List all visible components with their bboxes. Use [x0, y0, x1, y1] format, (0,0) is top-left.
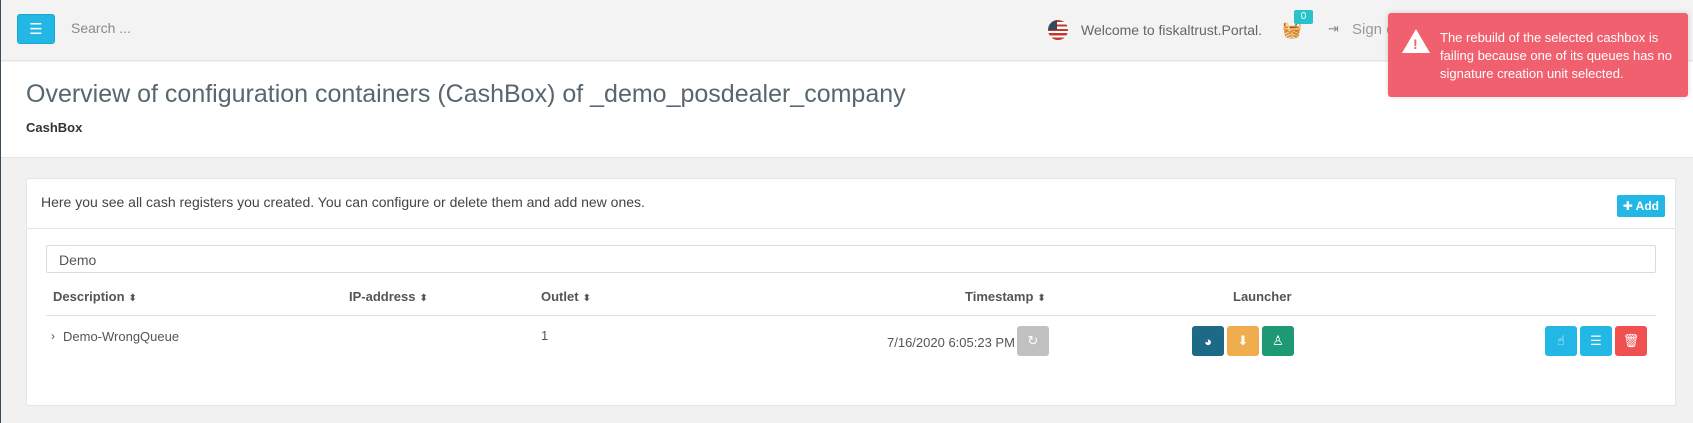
launcher-download-button[interactable]: ⬇ [1227, 326, 1259, 356]
column-description[interactable]: Description ⬍ [53, 289, 137, 304]
sort-icon: ⬍ [128, 293, 137, 304]
column-outlet[interactable]: Outlet ⬍ [541, 289, 591, 304]
panel-description: Here you see all cash registers you crea… [41, 194, 645, 210]
column-description-label: Description [53, 289, 125, 304]
column-timestamp[interactable]: Timestamp ⬍ [965, 289, 1046, 304]
sort-icon: ⬍ [419, 293, 428, 304]
plus-icon: ✚ [1622, 199, 1633, 213]
linux-icon: ♙ [1272, 333, 1284, 348]
list-icon: ☰ [1590, 333, 1602, 348]
toast-message: The rebuild of the selected cashbox is f… [1440, 30, 1673, 81]
download-icon: ⬇ [1237, 333, 1249, 348]
launcher-windows-button[interactable]: ◕ [1192, 326, 1224, 356]
welcome-text: Welcome to fiskaltrust.Portal. [1081, 22, 1263, 38]
row-outlet: 1 [541, 328, 549, 343]
trash-icon: 🗑 [1622, 333, 1640, 348]
pointer-hand-icon: ☝ [1557, 333, 1565, 348]
breadcrumb: CashBox [26, 120, 83, 135]
refresh-button[interactable]: ↻ [1017, 326, 1049, 356]
panel-header: Here you see all cash registers you crea… [27, 179, 1675, 229]
search-input[interactable]: Search ... [71, 20, 131, 36]
add-button[interactable]: ✚ Add [1616, 195, 1665, 217]
column-launcher: Launcher [1233, 289, 1292, 304]
basket-count-badge: 0 [1294, 10, 1313, 24]
menu-toggle-button[interactable]: ☰ [17, 14, 55, 44]
refresh-icon: ↻ [1027, 333, 1039, 348]
column-ip-label: IP-address [349, 289, 416, 304]
row-timestamp: 7/16/2020 6:05:23 PM [887, 335, 1015, 350]
us-flag-icon[interactable] [1048, 20, 1068, 40]
column-ip[interactable]: IP-address ⬍ [349, 289, 428, 304]
page-title: Overview of configuration containers (Ca… [26, 80, 906, 108]
column-timestamp-label: Timestamp [965, 289, 1034, 304]
table-header: Description ⬍ IP-address ⬍ Outlet ⬍ Timesta… [46, 279, 1656, 316]
select-button[interactable]: ☝ [1545, 326, 1577, 356]
error-toast[interactable]: ! The rebuild of the selected cashbox is… [1388, 13, 1688, 97]
cashbox-panel: Here you see all cash registers you crea… [26, 178, 1676, 406]
add-button-label: Add [1635, 199, 1659, 213]
launcher-linux-button[interactable]: ♙ [1262, 326, 1294, 356]
filter-input[interactable]: Demo [46, 245, 1656, 273]
sort-icon: ⬍ [582, 293, 591, 304]
column-outlet-label: Outlet [541, 289, 579, 304]
hamburger-icon: ☰ [29, 21, 43, 38]
chevron-right-icon[interactable]: › [51, 329, 55, 343]
configure-button[interactable]: ☰ [1580, 326, 1612, 356]
table-row[interactable]: › Demo-WrongQueue 1 7/16/2020 6:05:23 PM… [46, 316, 1656, 366]
sign-out-icon[interactable]: ⇥ [1328, 21, 1339, 37]
globe-icon: ◕ [1204, 333, 1212, 349]
warning-icon: ! [1402, 29, 1430, 53]
delete-button[interactable]: 🗑 [1615, 326, 1647, 356]
sort-icon: ⬍ [1037, 293, 1046, 304]
row-description: Demo-WrongQueue [63, 329, 180, 344]
